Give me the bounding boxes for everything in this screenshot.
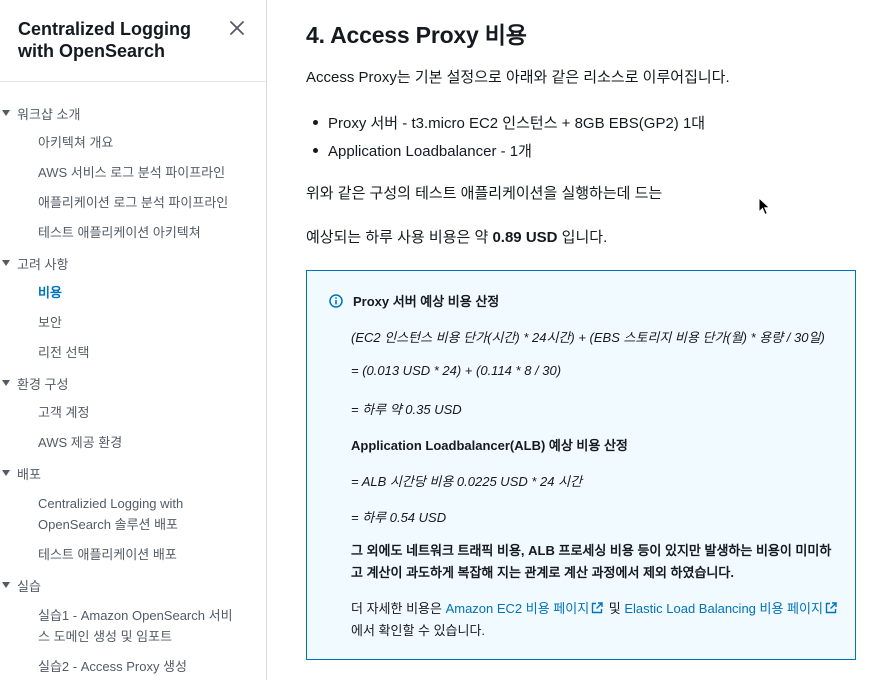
sidebar-header: Centralized Logging with OpenSearch [0,0,266,82]
list-item-text: Proxy 서버 - t3.micro EC2 인스턴스 + 8GB EBS(G… [328,115,706,132]
alb-title: Application Loadbalancer(ALB) 예상 비용 산정 [351,438,628,453]
cost-text: 예상되는 하루 사용 비용은 약 0.89 USD 입니다. [306,228,607,248]
and-text: 및 [605,601,625,616]
more-info-text: 더 자세한 비용은 Amazon EC2 비용 페이지 및 Elastic Lo… [351,598,841,642]
nav-item-security[interactable]: 보안 [38,312,253,333]
nav-section-deploy[interactable]: 배포 [0,463,41,483]
nav-section-lab[interactable]: 실습 [0,575,41,595]
info-icon [329,293,343,308]
nav-section-environment[interactable]: 환경 구성 [0,373,68,393]
external-link-icon [591,599,603,614]
page-title: 4. Access Proxy 비용 [306,22,527,48]
nav-item-solution-deploy[interactable]: Centralizied Logging with OpenSearch 솔루션… [38,493,223,535]
sidebar-title: Centralized Logging with OpenSearch [18,19,191,61]
nav-section-label: 배포 [17,466,41,482]
cost-value: 0.89 USD [492,229,558,246]
caret-down-icon [1,108,11,118]
list-item: Proxy 서버 - t3.micro EC2 인스턴스 + 8GB EBS(G… [313,112,705,133]
intro-text: Access Proxy는 기본 설정으로 아래와 같은 리소스로 이루어집니다… [306,69,730,86]
list-item-text: Application Loadbalancer - 1개 [328,143,532,160]
nav-section-considerations[interactable]: 고려 사항 [0,253,68,273]
nav-item-test-app-deploy[interactable]: 테스트 애플리케이션 배포 [38,544,253,565]
nav-section-label: 실습 [17,578,41,594]
nav-item-lab2[interactable]: 실습2 - Access Proxy 생성 [38,656,253,677]
info-title-text: Proxy 서버 예상 비용 산정 [353,294,500,309]
caret-down-icon [1,378,11,388]
nav-section-intro[interactable]: 워크샵 소개 [0,103,80,123]
nav-item-architecture[interactable]: 아키텍쳐 개요 [38,132,253,153]
ec2-pricing-link-text: Amazon EC2 비용 페이지 [445,601,590,616]
cost-suffix: 입니다. [557,229,608,246]
more-prefix: 더 자세한 비용은 [351,601,446,616]
nav-section-label: 환경 구성 [17,376,69,392]
formula-line: = ALB 시간당 비용 0.0225 USD * 24 시간 [351,474,583,489]
caret-down-icon [1,258,11,268]
nav-item-lab1[interactable]: 실습1 - Amazon OpenSearch 서비스 도메인 생성 및 임포트 [38,605,238,647]
ec2-pricing-link[interactable]: Amazon EC2 비용 페이지 [446,601,606,616]
elb-pricing-link[interactable]: Elastic Load Balancing 비용 페이지 [624,601,839,616]
run-text: 위와 같은 구성의 테스트 애플리케이션을 실행하는데 드는 [306,185,663,202]
nav-section-label: 고려 사항 [17,256,69,272]
nav-item-test-app-arch[interactable]: 테스트 애플리케이션 아키텍쳐 [38,222,253,243]
nav-item-region[interactable]: 리전 선택 [38,342,253,363]
elb-pricing-link-text: Elastic Load Balancing 비용 페이지 [624,601,823,616]
info-box: Proxy 서버 예상 비용 산정 (EC2 인스턴스 비용 단가(시간) * … [306,270,856,660]
list-item: Application Loadbalancer - 1개 [313,140,532,161]
main-content: 4. Access Proxy 비용 Access Proxy는 기본 설정으로… [267,0,881,680]
nav-item-aws-env[interactable]: AWS 제공 환경 [38,432,253,453]
nav-item-cost[interactable]: 비용 [38,282,253,303]
nav-section-label: 워크샵 소개 [17,106,81,122]
external-link-icon [825,599,837,614]
caret-down-icon [1,468,11,478]
mouse-pointer-icon [758,196,772,217]
note-text: 그 외에도 네트워크 트래픽 비용, ALB 프로세싱 비용 등이 있지만 발생… [351,543,832,580]
formula-line: = (0.013 USD * 24) + (0.114 * 8 / 30) [351,363,562,378]
cost-prefix: 예상되는 하루 사용 비용은 약 [306,229,493,246]
formula-line: (EC2 인스턴스 비용 단가(시간) * 24시간) + (EBS 스토리지 … [351,330,825,345]
nav-item-aws-service-log[interactable]: AWS 서비스 로그 분석 파이프라인 [38,162,253,183]
bullet-dot [313,148,318,153]
formula-line: = 하루 약 0.35 USD [351,402,462,417]
nav-item-customer-account[interactable]: 고객 계정 [38,402,253,423]
bullet-dot [313,120,318,125]
info-box-title: Proxy 서버 예상 비용 산정 [329,291,499,310]
sidebar: Centralized Logging with OpenSearch 워크샵 … [0,0,267,680]
caret-down-icon [1,580,11,590]
close-icon[interactable] [228,19,246,37]
formula-line: = 하루 0.54 USD [351,510,447,525]
nav-item-app-log[interactable]: 애플리케이션 로그 분석 파이프라인 [38,192,253,213]
more-suffix: 에서 확인할 수 있습니다. [351,623,486,638]
